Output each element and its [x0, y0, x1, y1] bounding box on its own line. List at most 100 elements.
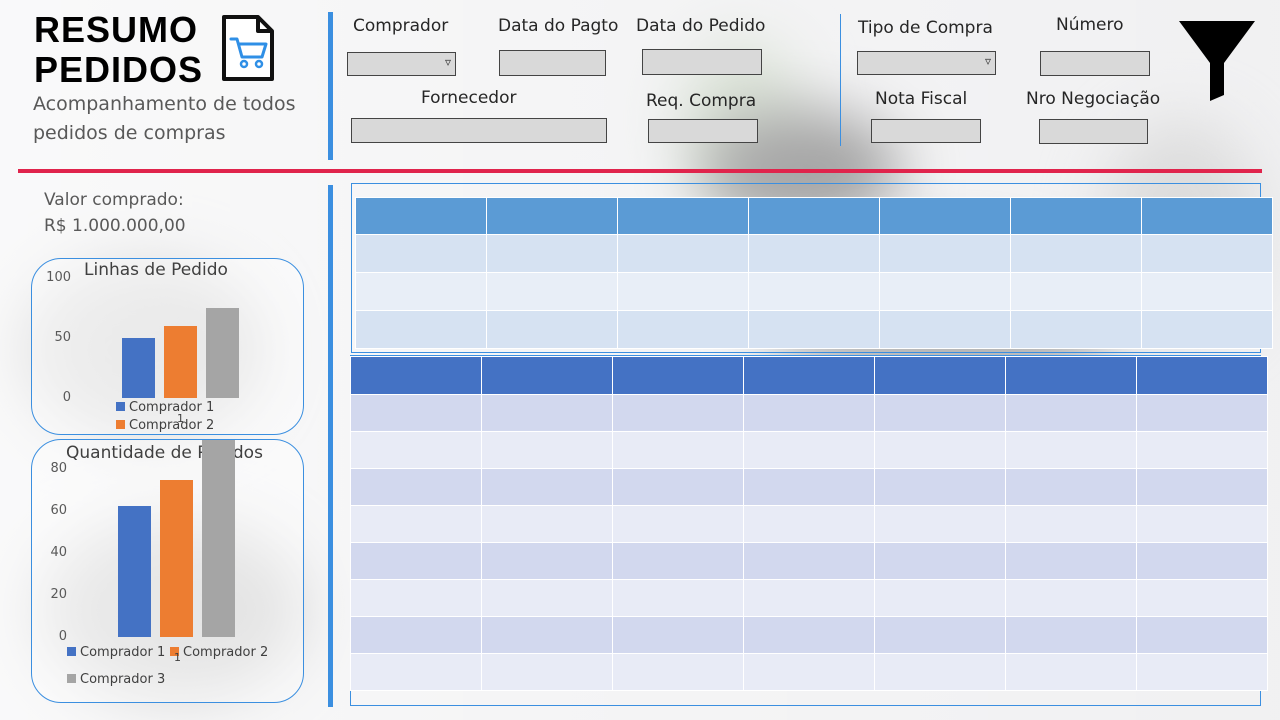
table-cell[interactable]: [612, 505, 744, 543]
nota-fiscal-field[interactable]: [871, 119, 981, 143]
table-cell[interactable]: [350, 653, 482, 691]
table-cell[interactable]: [1005, 431, 1137, 469]
table-cell[interactable]: [350, 505, 482, 543]
table-cell[interactable]: [743, 468, 875, 506]
table-row[interactable]: [350, 653, 1268, 691]
table-cell[interactable]: [1141, 234, 1273, 273]
table-cell[interactable]: [743, 394, 875, 432]
table-cell[interactable]: [612, 394, 744, 432]
table-cell[interactable]: [1141, 310, 1273, 349]
req-compra-field[interactable]: [648, 119, 758, 143]
table-cell[interactable]: [612, 579, 744, 617]
column-header[interactable]: [355, 197, 487, 235]
table-cell[interactable]: [350, 431, 482, 469]
table-cell[interactable]: [1005, 653, 1137, 691]
table-cell[interactable]: [481, 616, 613, 654]
table-cell[interactable]: [1136, 431, 1268, 469]
table-cell[interactable]: [1010, 234, 1142, 273]
table-row[interactable]: [355, 310, 1273, 349]
table-cell[interactable]: [612, 431, 744, 469]
table-cell[interactable]: [617, 272, 749, 311]
column-header[interactable]: [612, 356, 744, 395]
table-cell[interactable]: [1141, 272, 1273, 311]
table-cell[interactable]: [879, 234, 1011, 273]
column-header[interactable]: [743, 356, 875, 395]
table-cell[interactable]: [743, 431, 875, 469]
table-cell[interactable]: [481, 653, 613, 691]
table-cell[interactable]: [1005, 616, 1137, 654]
table-cell[interactable]: [486, 234, 618, 273]
table-row[interactable]: [350, 468, 1268, 506]
table-cell[interactable]: [481, 505, 613, 543]
comprador-dropdown[interactable]: ▿: [347, 52, 456, 76]
table-cell[interactable]: [743, 542, 875, 580]
table-cell[interactable]: [481, 431, 613, 469]
table-cell[interactable]: [617, 310, 749, 349]
table-cell[interactable]: [874, 542, 1006, 580]
numero-field[interactable]: [1040, 51, 1150, 76]
table-cell[interactable]: [748, 310, 880, 349]
table-row[interactable]: [350, 394, 1268, 432]
table-row[interactable]: [355, 234, 1273, 273]
table-row[interactable]: [350, 579, 1268, 617]
table-row[interactable]: [350, 542, 1268, 580]
table-cell[interactable]: [612, 468, 744, 506]
column-header[interactable]: [617, 197, 749, 235]
table-cell[interactable]: [1005, 542, 1137, 580]
table-cell[interactable]: [481, 579, 613, 617]
table-cell[interactable]: [879, 310, 1011, 349]
table-cell[interactable]: [743, 653, 875, 691]
column-header[interactable]: [748, 197, 880, 235]
table-cell[interactable]: [1010, 272, 1142, 311]
table-cell[interactable]: [1136, 616, 1268, 654]
table-cell[interactable]: [743, 505, 875, 543]
table-cell[interactable]: [612, 616, 744, 654]
table-cell[interactable]: [350, 468, 482, 506]
table-cell[interactable]: [874, 505, 1006, 543]
table-cell[interactable]: [355, 310, 487, 349]
table-cell[interactable]: [1136, 653, 1268, 691]
table-row[interactable]: [350, 505, 1268, 543]
table-cell[interactable]: [874, 579, 1006, 617]
column-header[interactable]: [879, 197, 1011, 235]
column-header[interactable]: [1010, 197, 1142, 235]
column-header[interactable]: [1141, 197, 1273, 235]
table-cell[interactable]: [350, 394, 482, 432]
table-cell[interactable]: [874, 653, 1006, 691]
table-cell[interactable]: [748, 234, 880, 273]
table-cell[interactable]: [1005, 579, 1137, 617]
table-cell[interactable]: [481, 542, 613, 580]
table-cell[interactable]: [874, 394, 1006, 432]
column-header[interactable]: [481, 356, 613, 395]
table-cell[interactable]: [743, 579, 875, 617]
table-row[interactable]: [350, 616, 1268, 654]
table-cell[interactable]: [481, 468, 613, 506]
tipo-compra-dropdown[interactable]: ▿: [857, 51, 996, 75]
table-cell[interactable]: [1005, 505, 1137, 543]
column-header[interactable]: [1005, 356, 1137, 395]
nro-negociacao-field[interactable]: [1039, 119, 1148, 144]
table-cell[interactable]: [1136, 468, 1268, 506]
table-cell[interactable]: [1005, 394, 1137, 432]
column-header[interactable]: [350, 356, 482, 395]
table-cell[interactable]: [879, 272, 1011, 311]
table-cell[interactable]: [748, 272, 880, 311]
column-header[interactable]: [874, 356, 1006, 395]
table-cell[interactable]: [617, 234, 749, 273]
table-cell[interactable]: [1136, 505, 1268, 543]
table-cell[interactable]: [1136, 394, 1268, 432]
data-pedido-field[interactable]: [642, 49, 762, 75]
table-cell[interactable]: [1136, 579, 1268, 617]
column-header[interactable]: [1136, 356, 1268, 395]
table-cell[interactable]: [874, 431, 1006, 469]
filter-funnel-icon[interactable]: [1178, 19, 1256, 103]
table-cell[interactable]: [355, 234, 487, 273]
table-cell[interactable]: [350, 616, 482, 654]
table-cell[interactable]: [612, 542, 744, 580]
table-cell[interactable]: [486, 310, 618, 349]
table-cell[interactable]: [486, 272, 618, 311]
table-row[interactable]: [350, 431, 1268, 469]
table-cell[interactable]: [350, 579, 482, 617]
table-cell[interactable]: [1136, 542, 1268, 580]
table-cell[interactable]: [1005, 468, 1137, 506]
